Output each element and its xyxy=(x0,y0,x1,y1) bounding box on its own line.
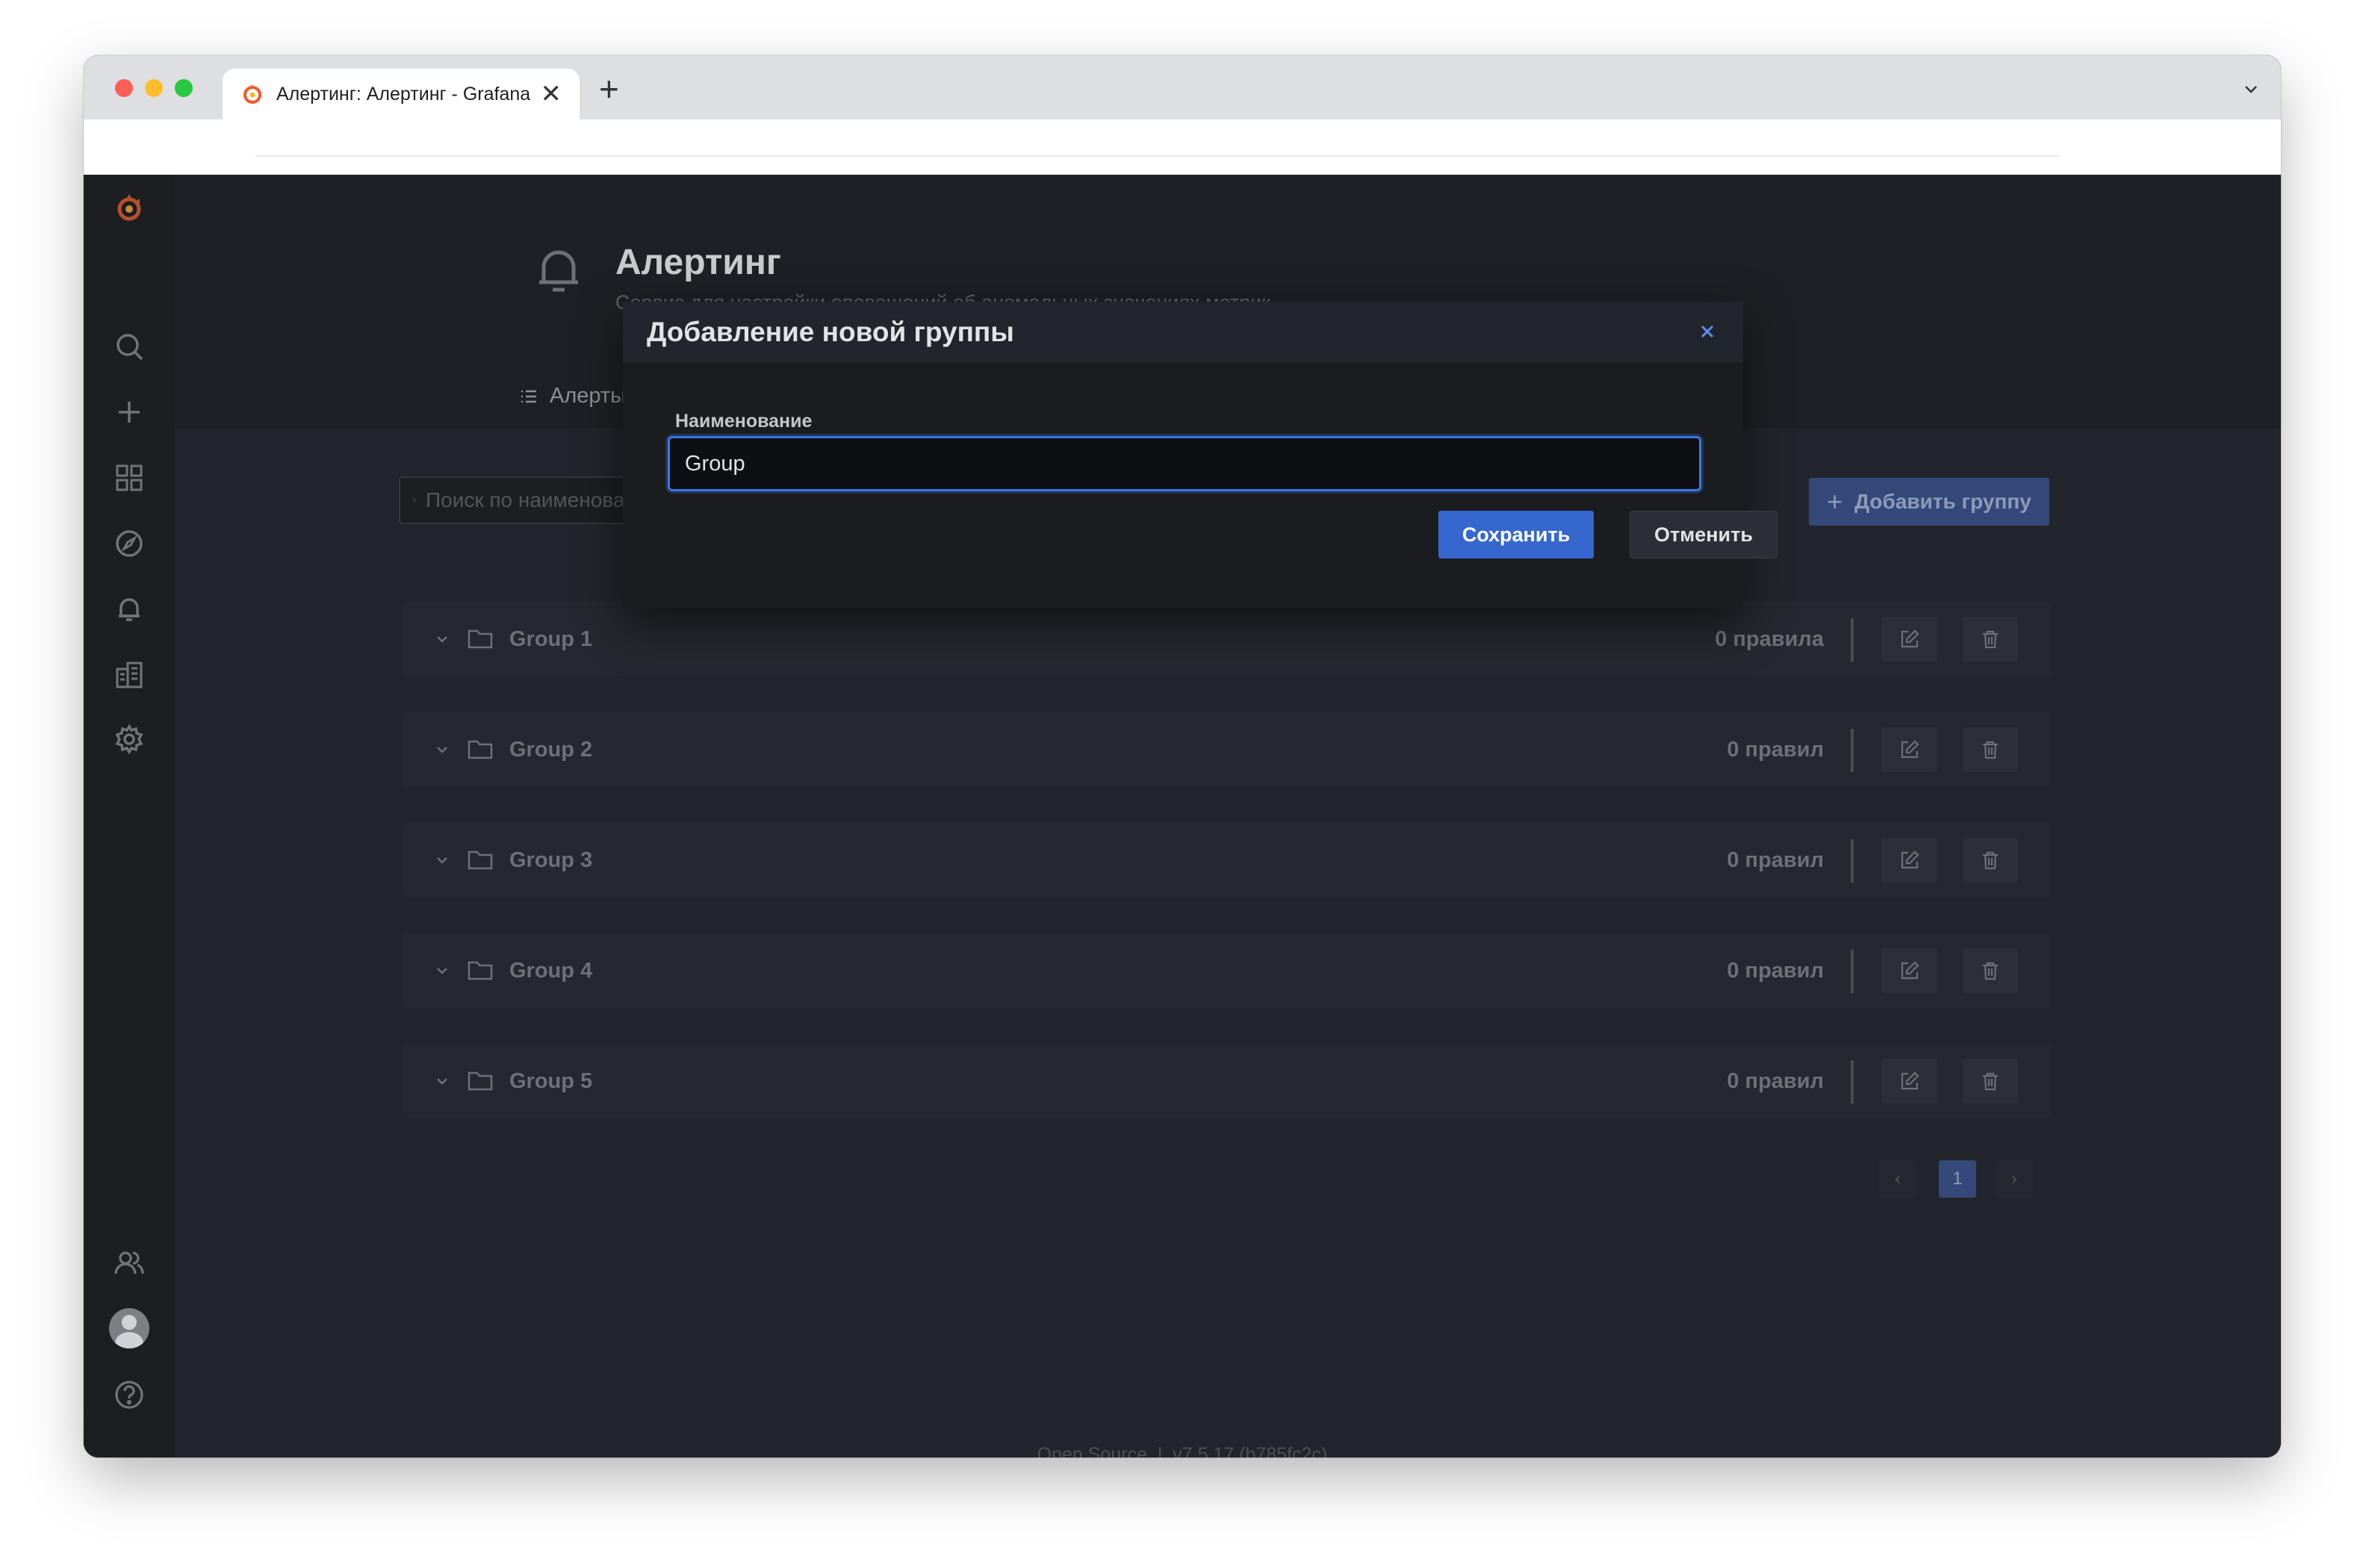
sidebar xyxy=(84,175,175,1457)
group-row[interactable]: Group 1 0 правила xyxy=(403,602,2051,676)
edit-icon xyxy=(1901,629,1919,648)
gear-icon[interactable] xyxy=(111,721,147,757)
list-icon xyxy=(521,390,536,402)
help-icon[interactable] xyxy=(111,1377,147,1413)
pagination-next-button[interactable]: › xyxy=(1996,1160,2033,1198)
address-bar-divider xyxy=(255,155,2060,157)
group-name: Group 3 xyxy=(509,848,593,872)
delete-group-button[interactable] xyxy=(1963,727,2018,772)
close-icon xyxy=(1701,325,1714,338)
bell-alerting-icon[interactable] xyxy=(111,591,147,627)
group-name: Group 4 xyxy=(509,959,593,983)
tab-alerts-label: Алерты xyxy=(550,384,627,408)
compass-explore-icon[interactable] xyxy=(111,526,147,561)
pagination-current-page[interactable]: 1 xyxy=(1939,1160,1976,1198)
modal-header: Добавление новой группы xyxy=(623,302,1743,363)
new-tab-button[interactable]: + xyxy=(599,72,619,106)
folder-icon xyxy=(468,1071,493,1091)
tab-alerts[interactable]: Алерты xyxy=(518,384,626,408)
plus-icon[interactable] xyxy=(111,394,147,430)
group-name: Group 5 xyxy=(509,1069,593,1093)
trash-icon xyxy=(1983,741,1998,759)
users-icon[interactable] xyxy=(111,1245,147,1281)
edit-icon xyxy=(1901,850,1919,869)
window-minimize-button[interactable] xyxy=(145,79,163,97)
browser-tab-bar: Алертинг: Алертинг - Grafana ✕ + xyxy=(84,55,2281,119)
delete-group-button[interactable] xyxy=(1963,617,2018,662)
edit-group-button[interactable] xyxy=(1882,617,1937,662)
edit-group-button[interactable] xyxy=(1882,727,1937,772)
group-rule-count: 0 правил xyxy=(1727,1069,1824,1093)
browser-tab-title: Алертинг: Алертинг - Grafana xyxy=(276,83,531,105)
search-input[interactable] xyxy=(426,488,635,512)
search-icon[interactable] xyxy=(111,329,147,364)
chevron-down-icon[interactable] xyxy=(433,851,451,869)
chevron-down-icon[interactable] xyxy=(433,741,451,759)
modal-title: Добавление новой группы xyxy=(647,317,1014,347)
trash-icon xyxy=(1983,851,1998,870)
delete-group-button[interactable] xyxy=(1963,948,2018,993)
search-icon xyxy=(412,498,417,503)
group-name: Group 1 xyxy=(509,627,593,651)
edit-icon xyxy=(1901,740,1919,759)
group-row[interactable]: Group 2 0 правил xyxy=(403,712,2051,787)
group-rule-count: 0 правила xyxy=(1715,627,1824,651)
dashboards-grid-icon[interactable] xyxy=(111,460,147,496)
footer-version: Open Source | v7.5.17 (b785fc2c) xyxy=(1037,1444,1328,1457)
folder-icon xyxy=(468,740,493,759)
chevron-down-icon[interactable] xyxy=(2244,82,2258,97)
group-rule-count: 0 правил xyxy=(1727,959,1824,983)
edit-group-button[interactable] xyxy=(1882,838,1937,883)
page-title: Алертинг xyxy=(615,243,781,282)
group-rule-count: 0 правил xyxy=(1727,738,1824,762)
pagination-prev-button[interactable]: ‹ xyxy=(1879,1160,1916,1198)
row-divider xyxy=(1851,729,1854,772)
group-name-input[interactable] xyxy=(668,436,1701,491)
row-divider xyxy=(1851,1060,1854,1104)
trash-icon xyxy=(1983,1072,1998,1091)
edit-icon xyxy=(1901,961,1919,980)
folder-icon xyxy=(468,629,493,649)
folder-icon xyxy=(468,850,493,870)
row-divider xyxy=(1851,950,1854,993)
row-divider xyxy=(1851,839,1854,883)
add-group-button[interactable]: + Добавить группу xyxy=(1809,478,2049,526)
grafana-favicon-icon xyxy=(243,84,261,104)
search-field[interactable] xyxy=(399,476,636,524)
delete-group-button[interactable] xyxy=(1963,838,2018,883)
chevron-down-icon[interactable] xyxy=(433,630,451,648)
trash-icon xyxy=(1983,630,1998,649)
add-group-label: Добавить группу xyxy=(1854,490,2031,513)
add-group-modal: Добавление новой группы Наименование Сох… xyxy=(623,302,1777,608)
row-divider xyxy=(1851,618,1854,662)
group-rule-count: 0 правил xyxy=(1727,848,1824,872)
group-name: Group 2 xyxy=(509,738,593,762)
tab-close-icon[interactable]: ✕ xyxy=(541,81,562,107)
delete-group-button[interactable] xyxy=(1963,1059,2018,1104)
chevron-down-icon[interactable] xyxy=(433,962,451,980)
browser-tab[interactable]: Алертинг: Алертинг - Grafana ✕ xyxy=(223,69,580,119)
bell-icon xyxy=(539,250,578,292)
group-row[interactable]: Group 5 0 правил xyxy=(403,1044,2051,1119)
browser-window: Алертинг: Алертинг - Grafana ✕ + Алертин… xyxy=(84,55,2281,1457)
reports-building-icon[interactable] xyxy=(111,657,147,693)
group-row[interactable]: Group 3 0 правил xyxy=(403,823,2051,897)
edit-group-button[interactable] xyxy=(1882,1059,1937,1104)
plus-icon: + xyxy=(1827,486,1843,517)
browser-toolbar xyxy=(84,119,2281,175)
user-avatar[interactable] xyxy=(109,1308,149,1348)
trash-icon xyxy=(1983,962,1998,980)
folder-icon xyxy=(468,961,493,980)
save-button[interactable]: Сохранить xyxy=(1438,511,1594,559)
modal-close-button[interactable] xyxy=(1694,318,1721,345)
chevron-down-icon[interactable] xyxy=(433,1072,451,1090)
window-close-button[interactable] xyxy=(115,79,133,97)
group-row[interactable]: Group 4 0 правил xyxy=(403,933,2051,1008)
group-name-label: Наименование xyxy=(675,411,813,432)
grafana-logo-icon[interactable] xyxy=(111,190,147,225)
window-maximize-button[interactable] xyxy=(175,79,193,97)
edit-icon xyxy=(1901,1071,1919,1090)
edit-group-button[interactable] xyxy=(1882,948,1937,993)
cancel-button[interactable]: Отменить xyxy=(1630,511,1777,559)
